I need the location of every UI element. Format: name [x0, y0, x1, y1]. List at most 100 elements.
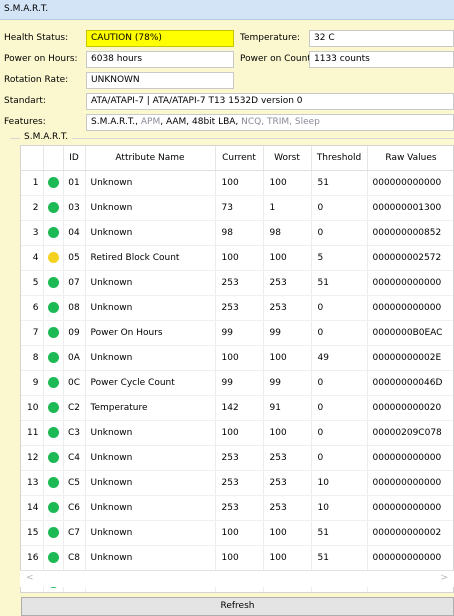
worst-value-cell: 100: [263, 345, 312, 371]
horizontal-scrollbar[interactable]: < >: [20, 570, 454, 587]
good-status-icon: [47, 402, 59, 413]
table-row[interactable]: 10 C2 Temperature 142 91 0 000000000020: [21, 395, 453, 421]
table-row[interactable]: 8 0A Unknown 100 100 49 00000000002E: [21, 345, 453, 371]
table-row[interactable]: 2 03 Unknown 73 1 0 000000001300: [21, 195, 453, 221]
table-row[interactable]: 5 07 Unknown 253 253 51 000000000000: [21, 270, 453, 296]
worst-value-cell: 100: [263, 520, 312, 546]
threshold-value-cell: 0: [311, 295, 368, 321]
column-header-threshold[interactable]: Threshold: [311, 146, 368, 171]
threshold-value-cell: 0: [311, 220, 368, 246]
column-header-status[interactable]: [43, 146, 64, 171]
worst-value-cell: 253: [263, 495, 312, 521]
good-status-icon: [47, 302, 59, 313]
table-row[interactable]: 1 01 Unknown 100 100 51 000000000000: [21, 170, 453, 196]
worst-value-cell: 100: [263, 245, 312, 271]
table-row[interactable]: 11 C3 Unknown 100 100 0 00000209C078: [21, 420, 453, 446]
smart-group-title: S.M.A.R.T.: [20, 132, 73, 142]
table-row[interactable]: 12 C4 Unknown 253 253 0 000000000000: [21, 445, 453, 471]
good-status-icon: [47, 502, 59, 513]
smart-attributes-table[interactable]: ID Attribute Name Current Worst Threshol…: [20, 145, 454, 593]
attribute-name-cell: Unknown: [85, 220, 216, 246]
current-value-cell: 73: [215, 195, 264, 221]
window-title: S.M.A.R.T.: [0, 0, 454, 20]
standart-label: Standart:: [4, 96, 46, 106]
column-header-row-number[interactable]: [21, 146, 44, 171]
raw-value-cell: 000000000852: [367, 220, 453, 246]
temperature-label: Temperature:: [240, 33, 301, 43]
status-cell: [43, 320, 64, 346]
table-row[interactable]: 4 05 Retired Block Count 100 100 5 00000000257…: [21, 245, 453, 271]
attribute-name-cell: Unknown: [85, 545, 216, 571]
table-row[interactable]: 6 08 Unknown 253 253 0 000000000000: [21, 295, 453, 321]
worst-value-cell: 98: [263, 220, 312, 246]
table-row[interactable]: 9 0C Power Cycle Count 99 99 0 00000000046D: [21, 370, 453, 396]
status-cell: [43, 470, 64, 496]
status-cell: [43, 345, 64, 371]
rotation-rate-value: UNKNOWN: [86, 72, 234, 89]
status-cell: [43, 370, 64, 396]
raw-value-cell: 000000000000: [367, 470, 453, 496]
chevron-right-icon[interactable]: >: [440, 573, 448, 583]
rotation-rate-label: Rotation Rate:: [4, 75, 69, 85]
temperature-value: 32 C: [309, 30, 454, 47]
raw-value-cell: 000000000002: [367, 520, 453, 546]
good-status-icon: [47, 227, 59, 238]
attribute-id-cell: C3: [63, 420, 86, 446]
row-number-cell: 5: [21, 270, 44, 296]
features-inactive-apm: APM: [140, 117, 161, 127]
good-status-icon: [47, 277, 59, 288]
threshold-value-cell: 0: [311, 195, 368, 221]
row-number-cell: 16: [21, 545, 44, 571]
attribute-name-cell: Unknown: [85, 420, 216, 446]
threshold-value-cell: 49: [311, 345, 368, 371]
column-header-id[interactable]: ID: [63, 146, 86, 171]
row-number-cell: 2: [21, 195, 44, 221]
table-row[interactable]: 13 C5 Unknown 253 253 10 000000000000: [21, 470, 453, 496]
row-number-cell: 11: [21, 420, 44, 446]
worst-value-cell: 1: [263, 195, 312, 221]
raw-value-cell: 000000000000: [367, 170, 453, 196]
table-row[interactable]: 3 04 Unknown 98 98 0 000000000852: [21, 220, 453, 246]
status-cell: [43, 545, 64, 571]
raw-value-cell: 000000000000: [367, 545, 453, 571]
good-status-icon: [47, 177, 59, 188]
threshold-value-cell: 0: [311, 320, 368, 346]
good-status-icon: [47, 327, 59, 338]
threshold-value-cell: 51: [311, 270, 368, 296]
row-number-cell: 7: [21, 320, 44, 346]
attribute-name-cell: Unknown: [85, 495, 216, 521]
row-number-cell: 9: [21, 370, 44, 396]
attribute-name-cell: Unknown: [85, 270, 216, 296]
attribute-id-cell: 01: [63, 170, 86, 196]
attribute-id-cell: C7: [63, 520, 86, 546]
attribute-id-cell: 07: [63, 270, 86, 296]
column-header-worst[interactable]: Worst: [263, 146, 312, 171]
attribute-name-cell: Retired Block Count: [85, 245, 216, 271]
chevron-left-icon[interactable]: <: [26, 573, 34, 583]
attribute-name-cell: Unknown: [85, 470, 216, 496]
raw-value-cell: 00000209C078: [367, 420, 453, 446]
raw-value-cell: 00000000046D: [367, 370, 453, 396]
row-number-cell: 8: [21, 345, 44, 371]
table-row[interactable]: 14 C6 Unknown 253 253 10 000000000000: [21, 495, 453, 521]
table-row[interactable]: 7 09 Power On Hours 99 99 0 0000000B0EAC: [21, 320, 453, 346]
good-status-icon: [47, 202, 59, 213]
table-row[interactable]: 16 C8 Unknown 100 100 51 000000000000: [21, 545, 453, 571]
table-row[interactable]: 15 C7 Unknown 100 100 51 000000000002: [21, 520, 453, 546]
column-header-raw-values[interactable]: Raw Values: [367, 146, 453, 171]
caution-status-icon: [47, 252, 59, 263]
features-active-text: S.M.A.R.T.,: [91, 117, 141, 127]
raw-value-cell: 000000000000: [367, 270, 453, 296]
status-cell: [43, 445, 64, 471]
column-header-current[interactable]: Current: [215, 146, 264, 171]
attribute-id-cell: C5: [63, 470, 86, 496]
threshold-value-cell: 0: [311, 445, 368, 471]
refresh-button[interactable]: Refresh: [21, 597, 454, 616]
raw-value-cell: 000000000000: [367, 495, 453, 521]
status-cell: [43, 170, 64, 196]
status-cell: [43, 270, 64, 296]
status-cell: [43, 220, 64, 246]
raw-value-cell: 000000000000: [367, 445, 453, 471]
column-header-attribute-name[interactable]: Attribute Name: [85, 146, 216, 171]
attribute-id-cell: 0A: [63, 345, 86, 371]
